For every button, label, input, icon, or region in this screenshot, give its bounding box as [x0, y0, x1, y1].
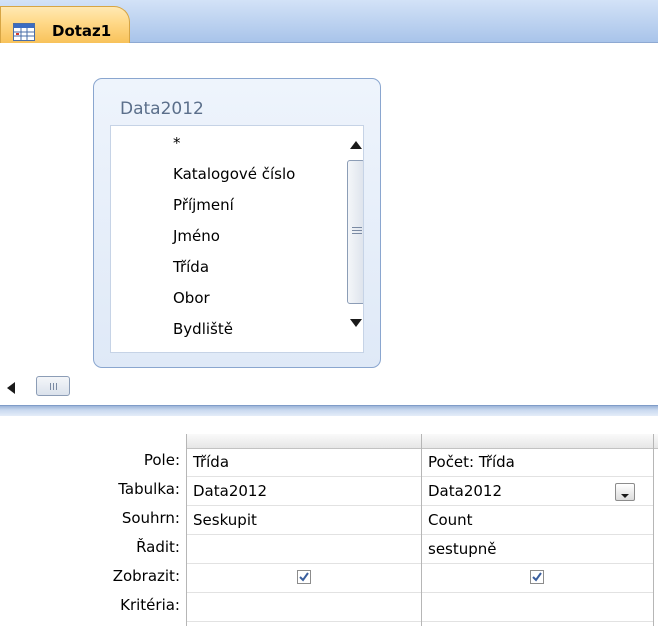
table-cell[interactable]: Data2012: [422, 477, 654, 506]
field-cell[interactable]: Třída: [187, 448, 422, 477]
field-item[interactable]: Bydliště: [173, 314, 233, 344]
column-selector[interactable]: [654, 434, 658, 449]
table-field-list-window[interactable]: Data2012 * Katalogové číslo Příjmení Jmé…: [93, 78, 381, 368]
table-cell-value: Data2012: [428, 482, 502, 500]
design-area-hscrollbar[interactable]: [0, 371, 658, 401]
grid-column-3[interactable]: [653, 434, 658, 626]
field-list[interactable]: * Katalogové číslo Příjmení Jméno Třída …: [110, 125, 364, 353]
scroll-up-arrow-icon[interactable]: [349, 138, 363, 152]
scroll-left-arrow-icon[interactable]: [6, 380, 16, 394]
row-label-zobrazit: Zobrazit:: [112, 567, 180, 585]
tab-title: Dotaz1: [52, 22, 112, 40]
scroll-thumb[interactable]: [347, 160, 363, 304]
field-item[interactable]: Katalogové číslo: [173, 159, 295, 189]
query-icon: [13, 23, 35, 41]
sort-cell[interactable]: sestupně: [422, 535, 654, 564]
checkmark-icon: [299, 572, 309, 582]
field-item[interactable]: Obor: [173, 283, 210, 313]
row-label-souhrn: Souhrn:: [121, 509, 180, 527]
grid-column-2[interactable]: Počet: Třída Data2012 Count sestupně: [421, 434, 654, 626]
table-cell[interactable]: Data2012: [187, 477, 422, 506]
document-tab-strip: Dotaz1: [0, 0, 658, 43]
criteria-cell[interactable]: [422, 593, 654, 622]
query-design-grid: Pole: Tabulka: Souhrn: Řadit: Zobrazit: …: [0, 416, 658, 626]
row-label-pole: Pole:: [143, 451, 180, 469]
table-dropdown-button[interactable]: [615, 483, 635, 501]
field-list-scrollbar[interactable]: [347, 126, 363, 352]
field-item[interactable]: *: [173, 128, 181, 158]
sort-cell[interactable]: [187, 535, 422, 564]
row-label-radit: Řadit:: [136, 538, 180, 556]
row-label-kriteria: Kritéria:: [120, 596, 180, 614]
chevron-down-icon: [621, 494, 629, 498]
grip-line: [352, 227, 362, 228]
field-item[interactable]: Jméno: [173, 221, 220, 251]
hscroll-thumb[interactable]: [36, 376, 70, 396]
show-checkbox[interactable]: [530, 570, 544, 584]
grip-line: [56, 383, 57, 390]
field-cell[interactable]: Počet: Třída: [422, 448, 654, 477]
total-cell[interactable]: Count: [422, 506, 654, 535]
total-cell[interactable]: Seskupit: [187, 506, 422, 535]
grip-line: [352, 230, 362, 231]
field-item[interactable]: Příjmení: [173, 190, 234, 220]
column-selector[interactable]: [187, 434, 422, 449]
show-cell[interactable]: [187, 564, 422, 593]
field-item[interactable]: Třída: [173, 252, 209, 282]
row-label-tabulka: Tabulka:: [118, 480, 180, 498]
criteria-cell[interactable]: [187, 593, 422, 622]
scroll-down-arrow-icon[interactable]: [349, 316, 363, 330]
pane-splitter[interactable]: [0, 405, 658, 416]
grip-line: [50, 383, 51, 390]
grip-line: [53, 383, 54, 390]
column-selector[interactable]: [422, 434, 654, 449]
checkmark-icon: [532, 572, 542, 582]
grid-column-1[interactable]: Třída Data2012 Seskupit: [186, 434, 422, 626]
grip-line: [352, 233, 362, 234]
show-cell[interactable]: [422, 564, 654, 593]
table-name[interactable]: Data2012: [120, 99, 204, 119]
show-checkbox[interactable]: [297, 570, 311, 584]
tab-dotaz1[interactable]: Dotaz1: [0, 6, 130, 43]
